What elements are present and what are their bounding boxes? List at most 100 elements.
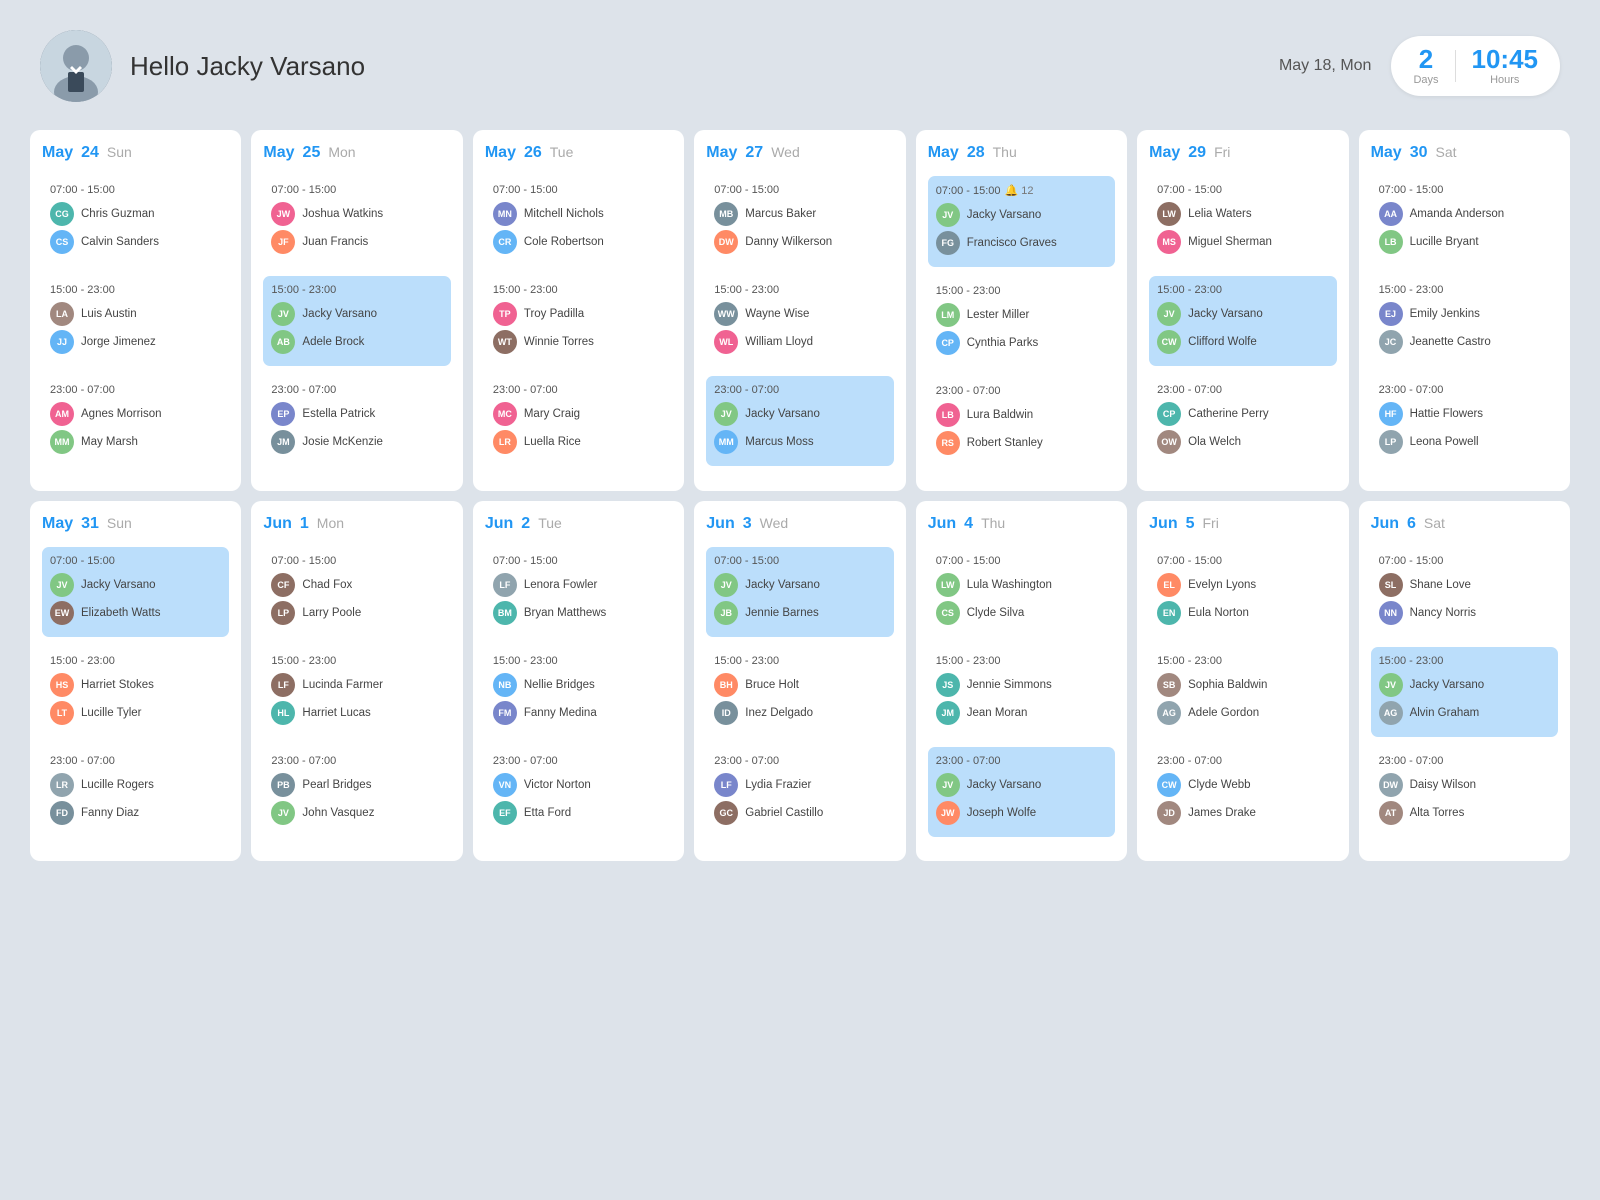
day-name: Sat: [1435, 144, 1456, 160]
person-row: JV Jacky Varsano: [50, 573, 221, 597]
day-header: Jun 2 Tue: [485, 515, 672, 533]
person-avatar: FD: [50, 801, 74, 825]
person-name: May Marsh: [81, 436, 138, 448]
person-name: Mary Craig: [524, 408, 580, 420]
shift-block-0: 07:00 - 15:00 JV Jacky Varsano JB Jennie…: [706, 547, 893, 637]
person-row: EF Etta Ford: [493, 801, 664, 825]
day-month: May: [42, 144, 73, 162]
shift-block-2: 23:00 - 07:00 LF Lydia Frazier GC Gabrie…: [706, 747, 893, 837]
person-avatar: MB: [714, 202, 738, 226]
person-name: Mitchell Nichols: [524, 208, 604, 220]
person-row: JW Joshua Watkins: [271, 202, 442, 226]
person-avatar: JM: [271, 430, 295, 454]
person-avatar: MM: [714, 430, 738, 454]
person-name: Jacky Varsano: [81, 579, 156, 591]
person-row: LF Lenora Fowler: [493, 573, 664, 597]
person-row: DW Danny Wilkerson: [714, 230, 885, 254]
person-name: Pearl Bridges: [302, 779, 371, 791]
person-avatar: JV: [1379, 673, 1403, 697]
person-name: Jeanette Castro: [1410, 336, 1491, 348]
person-avatar: JS: [936, 673, 960, 697]
person-avatar: LF: [493, 573, 517, 597]
person-avatar: LB: [936, 403, 960, 427]
person-name: Lydia Frazier: [745, 779, 811, 791]
person-avatar: TP: [493, 302, 517, 326]
person-avatar: WL: [714, 330, 738, 354]
person-name: Nellie Bridges: [524, 679, 595, 691]
day-card-May-26: May 26 Tue 07:00 - 15:00 MN Mitchell Nic…: [473, 130, 684, 491]
person-row: WT Winnie Torres: [493, 330, 664, 354]
person-row: MM May Marsh: [50, 430, 221, 454]
person-name: Lucinda Farmer: [302, 679, 383, 691]
person-row: NB Nellie Bridges: [493, 673, 664, 697]
user-avatar: [40, 30, 112, 102]
person-row: JV Jacky Varsano: [936, 773, 1107, 797]
person-row: LB Lura Baldwin: [936, 403, 1107, 427]
person-name: Agnes Morrison: [81, 408, 162, 420]
person-name: William Lloyd: [745, 336, 813, 348]
day-card-Jun-1: Jun 1 Mon 07:00 - 15:00 CF Chad Fox LP L…: [251, 501, 462, 861]
person-name: John Vasquez: [302, 807, 374, 819]
shift-block-0: 07:00 - 15:00 MB Marcus Baker DW Danny W…: [706, 176, 893, 266]
day-name: Sun: [107, 515, 132, 531]
shift-time: 07:00 - 15:00: [493, 555, 664, 567]
person-avatar: JV: [714, 402, 738, 426]
shift-time: 15:00 - 23:00: [1379, 655, 1550, 667]
shift-block-2: 23:00 - 07:00 AM Agnes Morrison MM May M…: [42, 376, 229, 466]
person-avatar: HS: [50, 673, 74, 697]
day-card-Jun-2: Jun 2 Tue 07:00 - 15:00 LF Lenora Fowler…: [473, 501, 684, 861]
day-card-Jun-4: Jun 4 Thu 07:00 - 15:00 LW Lula Washingt…: [916, 501, 1127, 861]
shift-block-0: 07:00 - 15:00 JW Joshua Watkins JF Juan …: [263, 176, 450, 266]
shift-block-1: 15:00 - 23:00 WW Wayne Wise WL William L…: [706, 276, 893, 366]
person-avatar: CS: [936, 601, 960, 625]
day-num: 1: [300, 515, 309, 533]
person-name: Sophia Baldwin: [1188, 679, 1267, 691]
day-num: 3: [743, 515, 752, 533]
person-name: Lester Miller: [967, 309, 1030, 321]
shift-block-2: 23:00 - 07:00 LB Lura Baldwin RS Robert …: [928, 377, 1115, 467]
person-avatar: EL: [1157, 573, 1181, 597]
day-month: Jun: [928, 515, 956, 533]
shift-time: 15:00 - 23:00: [50, 284, 221, 296]
person-avatar: EF: [493, 801, 517, 825]
day-header: May 25 Mon: [263, 144, 450, 162]
shift-block-2: 23:00 - 07:00 JV Jacky Varsano MM Marcus…: [706, 376, 893, 466]
day-month: May: [485, 144, 516, 162]
day-card-May-25: May 25 Mon 07:00 - 15:00 JW Joshua Watki…: [251, 130, 462, 491]
shift-block-2: 23:00 - 07:00 CW Clyde Webb JD James Dra…: [1149, 747, 1336, 837]
day-num: 6: [1407, 515, 1416, 533]
person-name: Emily Jenkins: [1410, 308, 1480, 320]
person-name: Etta Ford: [524, 807, 571, 819]
person-row: BH Bruce Holt: [714, 673, 885, 697]
person-row: MS Miguel Sherman: [1157, 230, 1328, 254]
person-row: AG Alvin Graham: [1379, 701, 1550, 725]
shift-time: 07:00 - 15:00: [1379, 555, 1550, 567]
shift-time: 23:00 - 07:00: [714, 755, 885, 767]
person-avatar: JM: [936, 701, 960, 725]
person-avatar: LT: [50, 701, 74, 725]
shift-time: 23:00 - 07:00: [1379, 384, 1550, 396]
person-row: EW Elizabeth Watts: [50, 601, 221, 625]
shift-time: 15:00 - 23:00: [936, 655, 1107, 667]
person-name: Jacky Varsano: [1188, 308, 1263, 320]
person-avatar: WW: [714, 302, 738, 326]
person-row: CF Chad Fox: [271, 573, 442, 597]
person-avatar: LP: [271, 601, 295, 625]
shift-block-1: 15:00 - 23:00 BH Bruce Holt ID Inez Delg…: [706, 647, 893, 737]
person-name: Elizabeth Watts: [81, 607, 160, 619]
person-row: SB Sophia Baldwin: [1157, 673, 1328, 697]
person-avatar: JC: [1379, 330, 1403, 354]
day-name: Fri: [1203, 515, 1219, 531]
person-avatar: VN: [493, 773, 517, 797]
person-name: Larry Poole: [302, 607, 361, 619]
shift-block-2: 23:00 - 07:00 PB Pearl Bridges JV John V…: [263, 747, 450, 837]
day-header: May 26 Tue: [485, 144, 672, 162]
person-row: LB Lucille Bryant: [1379, 230, 1550, 254]
person-name: Francisco Graves: [967, 237, 1057, 249]
person-name: Josie McKenzie: [302, 436, 383, 448]
shift-time: 15:00 - 23:00: [493, 655, 664, 667]
person-row: JM Josie McKenzie: [271, 430, 442, 454]
person-row: LA Luis Austin: [50, 302, 221, 326]
person-row: PB Pearl Bridges: [271, 773, 442, 797]
person-name: Luis Austin: [81, 308, 137, 320]
